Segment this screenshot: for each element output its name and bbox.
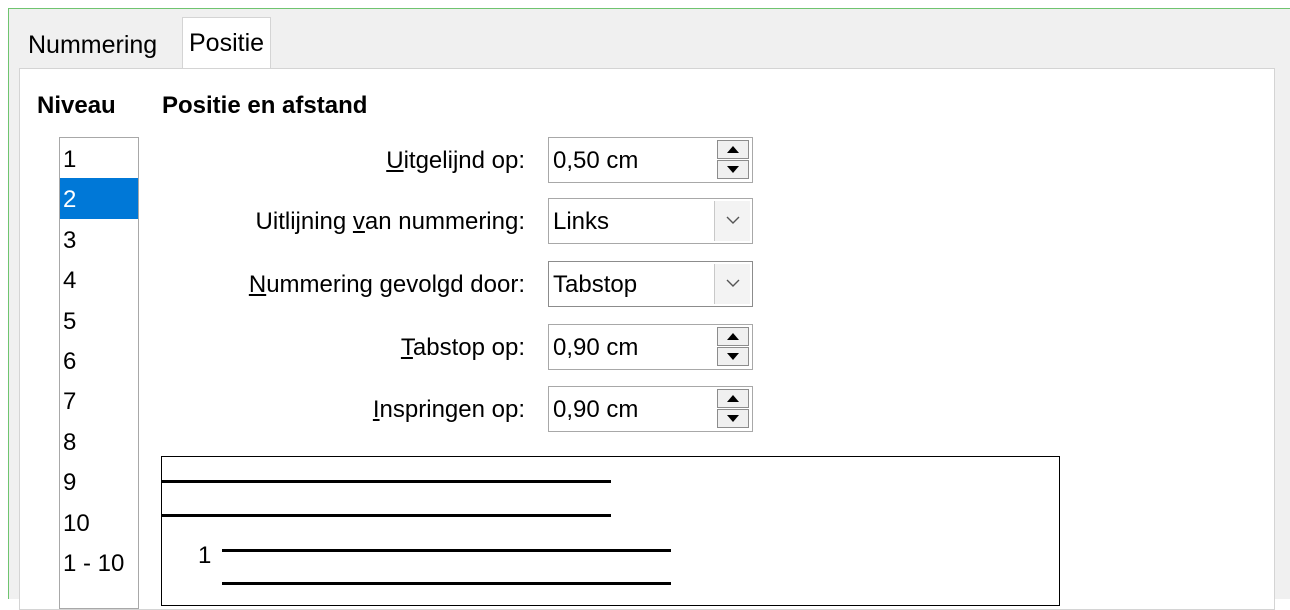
preview-line [222, 549, 671, 552]
tab-stop-at-label: Tabstop op: [401, 324, 525, 372]
spin-up-button[interactable] [717, 389, 749, 408]
spin-down-button[interactable] [717, 347, 749, 366]
preview-line [222, 582, 671, 585]
spin-up-button[interactable] [717, 140, 749, 159]
spin-arrows-icon[interactable] [717, 140, 749, 180]
level-item-10[interactable]: 10 [60, 502, 138, 542]
aligned-at-label-text: itgelijnd op: [403, 147, 525, 174]
tab-nummering[interactable]: Nummering [22, 22, 163, 68]
numbering-alignment-mnemonic: v [352, 208, 365, 235]
spin-down-button[interactable] [717, 160, 749, 179]
aligned-at-label: Uitgelijnd op: [386, 137, 525, 185]
indent-at-value[interactable]: 0,90 cm [553, 387, 638, 431]
level-item-9[interactable]: 9 [60, 461, 138, 501]
level-item-all[interactable]: 1 - 10 [60, 542, 138, 582]
position-heading: Positie en afstand [162, 92, 368, 119]
chevron-down-icon[interactable] [714, 264, 750, 304]
level-item-8[interactable]: 8 [60, 421, 138, 461]
numbering-preview: 1 [161, 456, 1060, 606]
indent-at-label-text: nspringen op: [379, 396, 525, 423]
level-item-3[interactable]: 3 [60, 219, 138, 259]
tab-stop-at-value[interactable]: 0,90 cm [553, 325, 638, 369]
spin-up-button[interactable] [717, 327, 749, 346]
preview-line [162, 480, 611, 483]
level-heading: Niveau [37, 92, 116, 119]
spin-down-button[interactable] [717, 409, 749, 428]
numbering-alignment-select[interactable]: Links [548, 198, 753, 244]
indent-at-label: Inspringen op: [373, 386, 525, 434]
tab-stop-at-spinfield[interactable]: 0,90 cm [548, 324, 753, 370]
numbering-alignment-value: Links [553, 208, 610, 235]
level-item-5[interactable]: 5 [60, 300, 138, 340]
numbering-alignment-label-after: an nummering: [364, 208, 525, 235]
spin-arrows-icon[interactable] [717, 327, 749, 367]
numbering-followed-by-mnemonic: N [248, 271, 267, 298]
tab-positie[interactable]: Positie [182, 17, 272, 68]
preview-number: 1 [198, 542, 212, 569]
level-list[interactable]: 1 2 3 4 5 6 7 8 9 10 1 - 10 [59, 137, 139, 609]
preview-line [162, 514, 611, 517]
aligned-at-spinfield[interactable]: 0,50 cm [548, 137, 753, 183]
level-item-2[interactable]: 2 [60, 178, 138, 219]
aligned-at-value[interactable]: 0,50 cm [553, 138, 638, 182]
numbering-followed-by-label-text: ummering gevolgd door: [266, 271, 525, 298]
aligned-at-mnemonic: U [386, 147, 404, 174]
indent-at-spinfield[interactable]: 0,90 cm [548, 386, 753, 432]
level-item-1[interactable]: 1 [60, 138, 138, 178]
level-item-4[interactable]: 4 [60, 259, 138, 299]
numbering-followed-by-select[interactable]: Tabstop [548, 261, 753, 307]
level-item-6[interactable]: 6 [60, 340, 138, 380]
numbering-followed-by-label: Nummering gevolgd door: [249, 261, 525, 309]
numbering-alignment-label: Uitlijning van nummering: [256, 198, 525, 246]
numbering-followed-by-value: Tabstop [553, 271, 638, 298]
indent-at-mnemonic: I [372, 396, 380, 423]
numbering-alignment-label-before: Uitlijning [255, 208, 353, 235]
tab-stop-at-label-text: abstop op: [412, 334, 525, 361]
level-item-7[interactable]: 7 [60, 380, 138, 420]
spin-arrows-icon[interactable] [717, 389, 749, 429]
chevron-down-icon[interactable] [714, 201, 750, 241]
tab-stop-at-mnemonic: T [400, 334, 413, 361]
